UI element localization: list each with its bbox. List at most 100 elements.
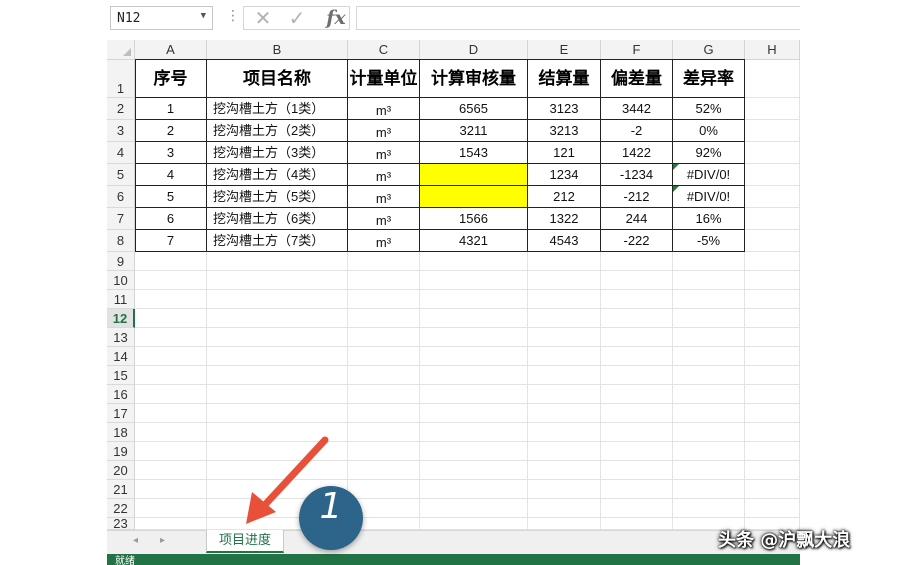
empty-cell[interactable] [135,480,207,499]
table-cell[interactable]: -2 [601,120,673,142]
table-cell[interactable]: m³ [348,98,420,120]
empty-cell[interactable] [673,404,745,423]
row-header-11[interactable]: 11 [107,290,135,309]
table-cell[interactable]: 挖沟槽土方（7类） [207,230,348,252]
table-header-cell[interactable]: 偏差量 [601,60,673,98]
empty-cell[interactable] [528,271,601,290]
empty-cell[interactable] [207,404,348,423]
empty-cell[interactable] [745,309,800,328]
empty-cell[interactable] [420,271,528,290]
row-header-7[interactable]: 7 [107,208,135,230]
empty-cell[interactable] [207,328,348,347]
table-header-cell[interactable]: 差异率 [673,60,745,98]
empty-cell[interactable] [420,404,528,423]
row-header-4[interactable]: 4 [107,142,135,164]
empty-cell[interactable] [135,252,207,271]
empty-cell[interactable] [601,347,673,366]
table-cell[interactable]: -1234 [601,164,673,186]
empty-cell[interactable] [601,252,673,271]
empty-cell[interactable] [601,499,673,518]
empty-cell[interactable] [135,290,207,309]
row-header-16[interactable]: 16 [107,385,135,404]
empty-cell[interactable] [745,461,800,480]
table-cell[interactable]: 121 [528,142,601,164]
empty-cell[interactable] [601,404,673,423]
empty-cell[interactable] [528,461,601,480]
table-cell[interactable]: -222 [601,230,673,252]
select-all-button[interactable] [107,40,135,60]
table-cell[interactable]: -5% [673,230,745,252]
empty-cell[interactable] [528,423,601,442]
row-header-1[interactable]: 1 [107,60,135,98]
table-cell[interactable]: -212 [601,186,673,208]
table-cell[interactable]: 6 [135,208,207,230]
table-cell[interactable]: m³ [348,164,420,186]
table-cell[interactable]: 1543 [420,142,528,164]
name-box[interactable]: N12 ▼ [110,6,213,30]
chevron-down-icon[interactable]: ▼ [201,11,206,21]
empty-cell[interactable] [601,423,673,442]
table-cell[interactable]: 5 [135,186,207,208]
table-cell[interactable]: #DIV/0! [673,164,745,186]
empty-cell[interactable] [135,271,207,290]
empty-cell[interactable] [420,480,528,499]
empty-cell[interactable] [528,290,601,309]
row-header-17[interactable]: 17 [107,404,135,423]
empty-cell[interactable] [673,442,745,461]
table-cell[interactable]: 0% [673,120,745,142]
empty-cell[interactable] [348,328,420,347]
empty-cell[interactable] [528,480,601,499]
table-cell[interactable]: 挖沟槽土方（2类） [207,120,348,142]
empty-cell[interactable] [673,252,745,271]
table-cell[interactable]: 4543 [528,230,601,252]
cancel-icon[interactable]: ✕ [248,8,278,28]
empty-cell[interactable] [745,480,800,499]
empty-cell[interactable] [601,309,673,328]
empty-cell[interactable] [135,461,207,480]
empty-cell[interactable] [135,499,207,518]
empty-cell[interactable] [135,366,207,385]
empty-cell[interactable] [135,328,207,347]
table-cell[interactable]: 挖沟槽土方（3类） [207,142,348,164]
empty-cell[interactable] [207,309,348,328]
row-header-20[interactable]: 20 [107,461,135,480]
empty-cell[interactable] [673,347,745,366]
empty-cell[interactable] [601,385,673,404]
table-cell[interactable]: 3211 [420,120,528,142]
table-cell[interactable]: 挖沟槽土方（1类） [207,98,348,120]
row-header-21[interactable]: 21 [107,480,135,499]
row-header-19[interactable]: 19 [107,442,135,461]
table-cell[interactable]: 挖沟槽土方（4类） [207,164,348,186]
empty-cell[interactable] [673,423,745,442]
empty-cell[interactable] [207,347,348,366]
empty-cell[interactable] [673,461,745,480]
empty-cell[interactable] [207,385,348,404]
empty-cell[interactable] [348,461,420,480]
empty-cell[interactable] [420,290,528,309]
empty-cell[interactable] [420,252,528,271]
row-header-3[interactable]: 3 [107,120,135,142]
row-header-9[interactable]: 9 [107,252,135,271]
empty-cell[interactable] [673,366,745,385]
table-cell[interactable]: 3213 [528,120,601,142]
row-header-18[interactable]: 18 [107,423,135,442]
empty-cell[interactable] [348,347,420,366]
prev-sheet-icon[interactable]: ◂ [133,535,138,546]
empty-cell[interactable] [745,404,800,423]
row-header-8[interactable]: 8 [107,230,135,252]
empty-cell[interactable] [673,499,745,518]
empty-cell[interactable] [348,366,420,385]
empty-cell[interactable] [420,347,528,366]
empty-cell[interactable] [673,309,745,328]
empty-cell[interactable] [348,404,420,423]
empty-cell[interactable] [673,328,745,347]
empty-cell[interactable] [745,142,800,164]
empty-cell[interactable] [420,423,528,442]
empty-cell[interactable] [348,271,420,290]
column-header-e[interactable]: E [528,40,601,60]
empty-cell[interactable] [745,271,800,290]
empty-cell[interactable] [348,423,420,442]
empty-cell[interactable] [745,290,800,309]
table-cell[interactable] [420,164,528,186]
table-cell[interactable]: 1566 [420,208,528,230]
